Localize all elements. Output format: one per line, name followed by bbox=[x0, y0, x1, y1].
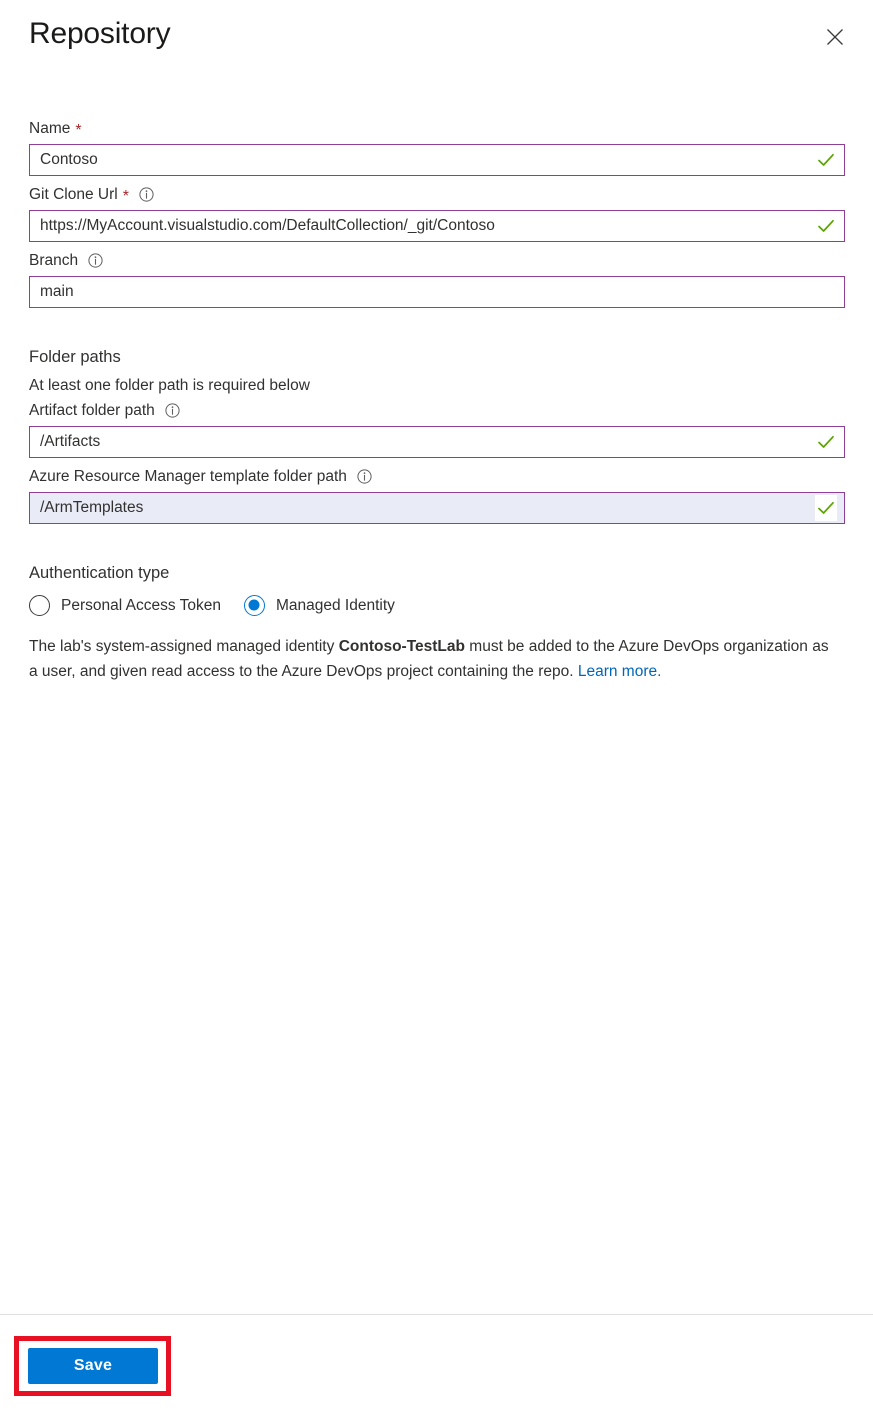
radio-circle-unchecked-icon bbox=[29, 594, 50, 616]
branch-label: Branch bbox=[29, 250, 873, 271]
name-input[interactable] bbox=[29, 144, 845, 176]
radio-option-personal-access-token[interactable]: Personal Access Token bbox=[29, 594, 221, 616]
git-clone-url-label-text: Git Clone Url bbox=[29, 186, 118, 203]
radio-label: Managed Identity bbox=[275, 596, 395, 614]
folder-paths-heading: Folder paths bbox=[29, 348, 121, 366]
arm-template-folder-path-label-text: Azure Resource Manager template folder p… bbox=[29, 468, 347, 485]
git-clone-url-field-wrap bbox=[29, 210, 845, 242]
required-indicator: * bbox=[122, 187, 129, 205]
close-button[interactable] bbox=[819, 21, 851, 53]
arm-template-folder-path-label: Azure Resource Manager template folder p… bbox=[29, 466, 873, 487]
name-field-wrap bbox=[29, 144, 845, 176]
radio-circle-checked-icon bbox=[243, 594, 265, 616]
description-text-part1: The lab's system-assigned managed identi… bbox=[29, 638, 339, 655]
managed-identity-name: Contoso-TestLab bbox=[338, 638, 465, 655]
authentication-type-heading: Authentication type bbox=[29, 564, 170, 582]
managed-identity-description: The lab's system-assigned managed identi… bbox=[29, 634, 841, 684]
panel-header: Repository bbox=[0, 0, 873, 78]
name-label: Name * bbox=[29, 118, 873, 139]
info-icon[interactable] bbox=[88, 253, 103, 268]
radio-label: Personal Access Token bbox=[61, 596, 221, 614]
page-title: Repository bbox=[29, 17, 171, 50]
info-icon[interactable] bbox=[139, 187, 154, 202]
authentication-type-radio-group: Personal Access Token Managed Identity bbox=[29, 591, 873, 619]
info-icon[interactable] bbox=[165, 403, 180, 418]
git-clone-url-label: Git Clone Url * bbox=[29, 184, 873, 205]
branch-label-text: Branch bbox=[29, 252, 79, 269]
git-clone-url-input[interactable] bbox=[29, 210, 845, 242]
folder-paths-note: At least one folder path is required bel… bbox=[29, 377, 310, 394]
branch-field-wrap bbox=[29, 276, 845, 308]
radio-option-managed-identity[interactable]: Managed Identity bbox=[243, 594, 395, 616]
artifact-folder-path-input[interactable] bbox=[29, 426, 845, 458]
artifact-folder-path-label-text: Artifact folder path bbox=[29, 402, 155, 419]
artifact-folder-path-label: Artifact folder path bbox=[29, 400, 873, 421]
branch-input[interactable] bbox=[29, 276, 845, 308]
arm-template-folder-path-input[interactable] bbox=[29, 492, 845, 524]
artifact-folder-path-field-wrap bbox=[29, 426, 845, 458]
arm-template-folder-path-field-wrap bbox=[29, 492, 845, 524]
save-button[interactable]: Save bbox=[28, 1348, 158, 1384]
learn-more-link[interactable]: Learn more. bbox=[578, 663, 662, 680]
footer: Save bbox=[0, 1315, 873, 1413]
close-icon bbox=[826, 28, 844, 46]
info-icon[interactable] bbox=[357, 469, 372, 484]
name-label-text: Name bbox=[29, 120, 71, 137]
repository-form: Name * Git Clone Url * Br bbox=[0, 118, 873, 684]
required-indicator: * bbox=[75, 121, 82, 139]
